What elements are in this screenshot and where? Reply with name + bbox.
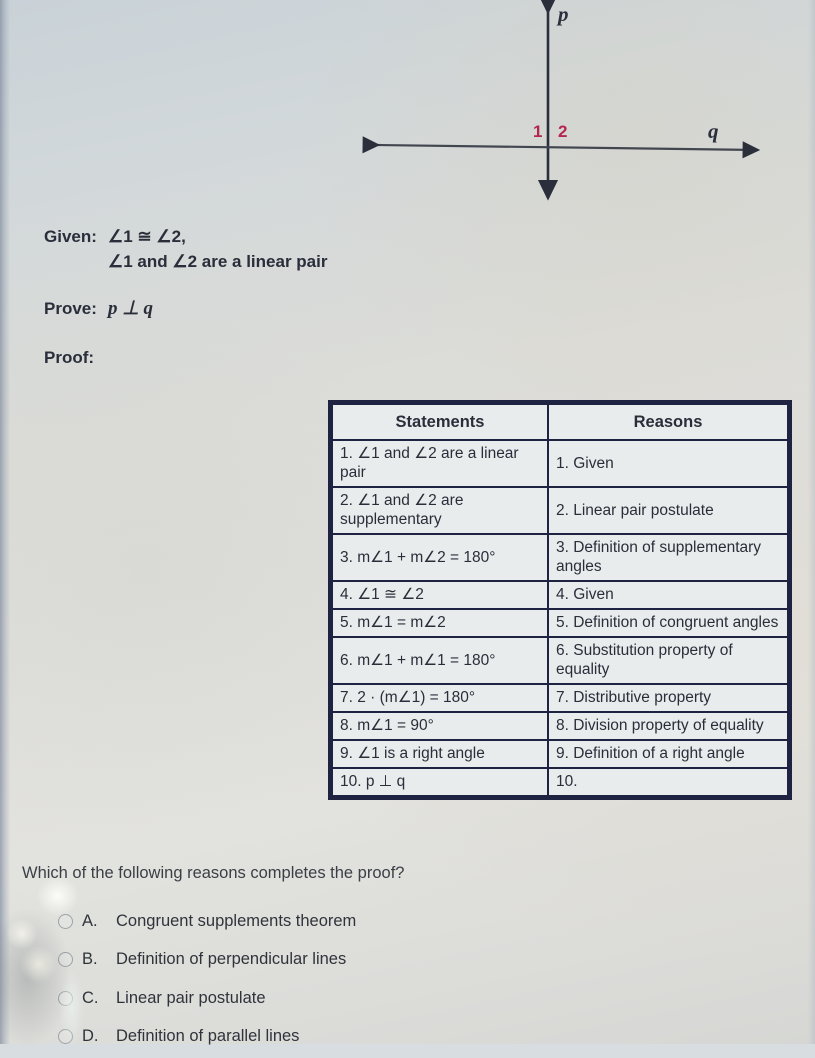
two-column-proof-table: Statements Reasons 1. ∠1 and ∠2 are a li…: [328, 400, 792, 800]
prove-label: Prove:: [44, 299, 97, 318]
answer-choice-d[interactable]: D. Definition of parallel lines: [58, 1018, 558, 1057]
table-row: 4. ∠1 ≅ ∠2 4. Given: [331, 580, 789, 610]
line-q: [362, 136, 761, 159]
choice-text: Definition of perpendicular lines: [116, 950, 347, 969]
proof-table-element: Statements Reasons 1. ∠1 and ∠2 are a li…: [331, 403, 789, 797]
geometry-diagram: 1 2 p q: [360, 0, 780, 215]
choice-letter: D.: [82, 1027, 99, 1046]
reason-cell: 4. Given: [547, 580, 789, 610]
answer-choice-c[interactable]: C. Linear pair postulate: [58, 979, 558, 1018]
table-row: 6. m∠1 + m∠1 = 180° 6. Substitution prope…: [331, 636, 789, 685]
statement-cell: 10. p ⊥ q: [331, 767, 549, 797]
given-label: Given:: [44, 227, 97, 246]
choice-letter: A.: [82, 911, 98, 930]
proof-label: Proof:: [44, 348, 95, 367]
table-row: 10. p ⊥ q 10.: [331, 767, 789, 797]
choice-text: Definition of parallel lines: [116, 1027, 300, 1046]
radio-button-icon[interactable]: [58, 952, 73, 968]
page-left-edge-shadow: [0, 0, 10, 1044]
prove-statement: p ⊥ q: [108, 298, 154, 319]
diagram-svg: [362, 0, 761, 201]
table-header-row: Statements Reasons: [331, 403, 789, 441]
statement-cell: 4. ∠1 ≅ ∠2: [331, 580, 549, 610]
statement-cell: 7. 2 · (m∠1) = 180°: [331, 683, 549, 713]
line-q-label: q: [708, 119, 719, 143]
reason-cell: 5. Definition of congruent angles: [547, 608, 789, 638]
line-p-label: p: [558, 2, 569, 26]
question-prompt: Which of the following reasons completes…: [22, 864, 405, 882]
reason-cell-blank[interactable]: 10.: [547, 767, 789, 797]
table-row: 2. ∠1 and ∠2 are supplementary 2. Linear …: [331, 486, 789, 535]
answer-choice-b[interactable]: B. Definition of perpendicular lines: [58, 941, 558, 980]
proof-table-body: 1. ∠1 and ∠2 are a linear pair 1. Given 2.…: [331, 439, 789, 797]
table-row: 1. ∠1 and ∠2 are a linear pair 1. Given: [331, 439, 789, 488]
statement-cell: 8. m∠1 = 90°: [331, 711, 549, 741]
choice-letter: B.: [82, 950, 98, 969]
table-row: 7. 2 · (m∠1) = 180° 7. Distributive prope…: [331, 683, 789, 713]
given-block: Given: ∠1 ≅ ∠2, ∠1 and ∠2 are a linear p…: [44, 224, 464, 274]
answer-choice-list[interactable]: A. Congruent supplements theorem B. Definit…: [58, 902, 558, 1056]
given-line-1: ∠1 ≅ ∠2,: [108, 227, 186, 246]
column-header-statements: Statements: [331, 403, 549, 441]
page-right-edge-shadow: [808, 0, 815, 1044]
reason-cell: 7. Distributive property: [547, 683, 789, 713]
reason-cell: 6. Substitution property of equality: [547, 636, 789, 685]
choice-text: Congruent supplements theorem: [116, 911, 357, 930]
table-row: 8. m∠1 = 90° 8. Division property of equa…: [331, 711, 789, 741]
choice-text: Linear pair postulate: [116, 988, 266, 1007]
prove-block: Prove: p ⊥ q: [44, 297, 153, 320]
table-row: 3. m∠1 + m∠2 = 180° 3. Definition of supp…: [331, 533, 789, 582]
table-row: 9. ∠1 is a right angle 9. Definition of a…: [331, 739, 789, 769]
statement-cell: 3. m∠1 + m∠2 = 180°: [331, 533, 549, 582]
radio-button-icon[interactable]: [58, 1029, 73, 1045]
choice-letter: C.: [82, 988, 99, 1007]
angle-label-1: 1: [533, 122, 543, 141]
statement-cell: 6. m∠1 + m∠1 = 180°: [331, 636, 549, 685]
statement-cell: 5. m∠1 = m∠2: [331, 608, 549, 638]
given-first-line: Given: ∠1 ≅ ∠2,: [44, 224, 464, 249]
table-row: 5. m∠1 = m∠2 5. Definition of congruent a…: [331, 608, 789, 638]
reason-cell: 3. Definition of supplementary angles: [547, 533, 789, 582]
reason-cell: 1. Given: [547, 439, 789, 488]
statement-cell: 1. ∠1 and ∠2 are a linear pair: [331, 439, 549, 488]
reason-cell: 2. Linear pair postulate: [547, 486, 789, 535]
column-header-reasons: Reasons: [547, 403, 789, 441]
answer-choice-a[interactable]: A. Congruent supplements theorem: [58, 902, 558, 941]
reason-cell: 9. Definition of a right angle: [547, 739, 789, 769]
reason-cell: 8. Division property of equality: [547, 711, 789, 741]
angle-label-2: 2: [558, 122, 568, 141]
radio-button-icon[interactable]: [58, 913, 73, 929]
statement-cell: 9. ∠1 is a right angle: [331, 739, 549, 769]
given-line-2: ∠1 and ∠2 are a linear pair: [108, 252, 328, 271]
statement-cell: 2. ∠1 and ∠2 are supplementary: [331, 486, 549, 535]
radio-button-icon[interactable]: [58, 990, 73, 1006]
